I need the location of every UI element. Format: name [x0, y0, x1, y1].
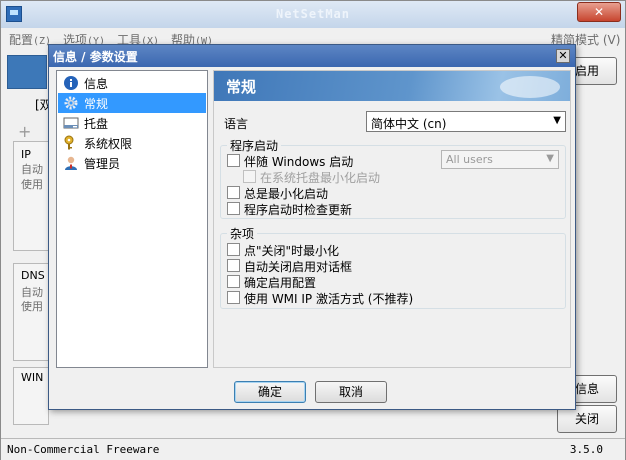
info-icon — [64, 76, 78, 90]
settings-dialog: 信息 / 参数设置 ✕ 信息 常规 托盘 系统权限 管理员 常规 语言 简体中文… — [48, 44, 576, 410]
checkbox-box[interactable] — [227, 154, 240, 167]
checkbox-box[interactable] — [243, 170, 256, 183]
version-label: 3.5.0 — [569, 443, 603, 456]
start-with-windows-checkbox[interactable]: 伴随 Windows 启动 — [227, 152, 427, 169]
ok-button[interactable]: 确定 — [234, 381, 306, 403]
dialog-title: 信息 / 参数设置 — [53, 50, 138, 64]
nav-item-info[interactable]: 信息 — [58, 73, 206, 93]
main-window-title: NetSetMan — [275, 7, 351, 21]
nav-item-label: 系统权限 — [84, 137, 133, 151]
profile-tab-icon[interactable] — [7, 55, 47, 89]
menu-config[interactable]: 配置(Z) — [9, 31, 51, 48]
admin-user-icon — [65, 156, 77, 170]
settings-nav-list: 信息 常规 托盘 系统权限 管理员 — [56, 70, 208, 368]
misc-group-title: 杂项 — [227, 225, 258, 242]
checkbox-label: 程序启动时检查更新 — [244, 203, 353, 217]
tray-icon — [63, 117, 79, 129]
checkbox-box[interactable] — [227, 275, 240, 288]
checkbox-box[interactable] — [227, 186, 240, 199]
language-label: 语言 — [224, 117, 249, 131]
language-select[interactable]: 简体中文 (cn) ▼ — [366, 111, 566, 132]
dialog-close-button[interactable]: ✕ — [556, 49, 570, 63]
checkbox-box[interactable] — [227, 243, 240, 256]
check-updates-checkbox[interactable]: 程序启动时检查更新 — [227, 200, 427, 217]
ip-section-label: IP — [21, 148, 31, 161]
section-title: 常规 — [226, 78, 257, 96]
key-icon — [64, 135, 74, 150]
dialog-title-bar[interactable]: 信息 / 参数设置 ✕ — [49, 45, 575, 67]
startup-users-select[interactable]: All users ▼ — [441, 150, 559, 169]
nav-item-label: 托盘 — [84, 117, 109, 131]
startup-group: 程序启动 伴随 Windows 启动 All users ▼ 在系统托盘最小化启… — [220, 137, 566, 219]
main-close-button[interactable]: ✕ — [577, 2, 621, 22]
checkbox-box[interactable] — [227, 202, 240, 215]
gear-icon — [64, 96, 78, 110]
ip-auto-label: 自动 — [21, 163, 43, 176]
wins-section-label: WIN — [21, 371, 44, 384]
license-status: Non-Commercial Freeware — [7, 443, 160, 456]
nav-item-tray[interactable]: 托盘 — [58, 113, 206, 133]
chevron-down-icon: ▼ — [546, 153, 554, 164]
dns-manual-label: 使用 — [21, 300, 43, 313]
language-select-value: 简体中文 (cn) — [371, 117, 447, 131]
auto-close-activation-checkbox[interactable]: 自动关闭启用对话框 — [227, 257, 477, 274]
checkbox-label: 使用 WMI IP 激活方式 (不推荐) — [244, 292, 414, 306]
checkbox-box[interactable] — [227, 291, 240, 304]
misc-group: 杂项 点"关闭"时最小化 自动关闭启用对话框 确定启用配置 使用 WMI IP … — [220, 225, 566, 309]
startup-users-value: All users — [446, 153, 493, 166]
nav-item-permissions[interactable]: 系统权限 — [58, 133, 206, 153]
minimize-on-close-checkbox[interactable]: 点"关闭"时最小化 — [227, 241, 477, 258]
settings-content-panel: 常规 语言 简体中文 (cn) ▼ 程序启动 伴随 Windows 启动 All… — [213, 70, 571, 368]
status-bar: Non-Commercial Freeware 3.5.0 — [1, 438, 625, 460]
nav-item-label: 信息 — [84, 77, 109, 91]
section-banner: 常规 — [214, 71, 570, 101]
ip-manual-label: 使用 — [21, 178, 43, 191]
nav-item-general[interactable]: 常规 — [58, 93, 206, 113]
ip-section-panel — [13, 141, 49, 251]
add-profile-icon[interactable]: + — [18, 122, 31, 141]
cancel-button[interactable]: 取消 — [315, 381, 387, 403]
always-minimize-checkbox[interactable]: 总是最小化启动 — [227, 184, 427, 201]
checkbox-box[interactable] — [227, 259, 240, 272]
nav-item-label: 常规 — [84, 97, 109, 111]
menu-config-label: 配置 — [9, 33, 34, 47]
nav-item-admin[interactable]: 管理员 — [58, 153, 206, 173]
wmi-activation-checkbox[interactable]: 使用 WMI IP 激活方式 (不推荐) — [227, 289, 477, 306]
chevron-down-icon: ▼ — [553, 115, 561, 126]
nav-item-label: 管理员 — [84, 157, 121, 171]
start-minimized-tray-checkbox[interactable]: 在系统托盘最小化启动 — [243, 168, 443, 185]
confirm-activation-checkbox[interactable]: 确定启用配置 — [227, 273, 477, 290]
main-title-bar[interactable]: NetSetMan ✕ — [1, 1, 625, 28]
dns-section-label: DNS — [21, 269, 45, 282]
